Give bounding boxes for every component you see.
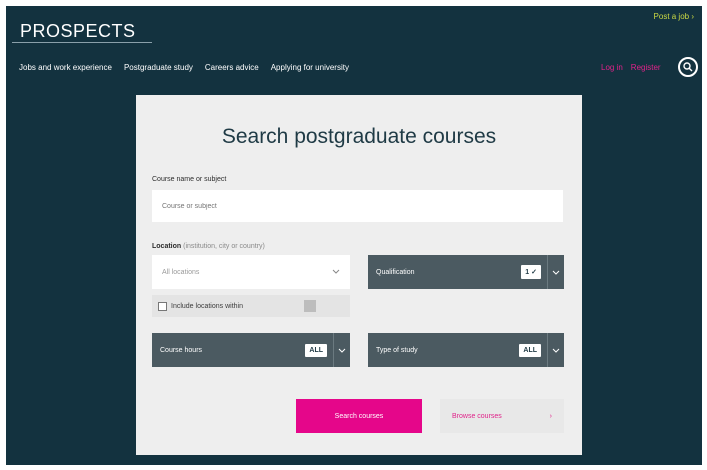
location-label: Location (institution, city or country) bbox=[152, 243, 265, 250]
qualification-dropdown[interactable]: Qualification 1 ✓ bbox=[368, 255, 564, 289]
chevron-down-icon bbox=[332, 269, 340, 276]
search-title: Search postgraduate courses bbox=[221, 125, 497, 148]
type-of-study-dropdown[interactable]: Type of study ALL bbox=[368, 333, 564, 367]
qualification-value: 1 ✓ bbox=[521, 265, 541, 279]
within-label: Include locations within bbox=[171, 302, 243, 310]
within-distance-select[interactable] bbox=[304, 300, 316, 312]
nav-item-postgraduate-study[interactable]: Postgraduate study bbox=[124, 63, 193, 72]
location-placeholder: All locations bbox=[162, 268, 200, 276]
nav-item-jobs[interactable]: Jobs and work experience bbox=[19, 63, 112, 72]
subject-label: Course name or subject bbox=[152, 176, 227, 183]
browse-courses-button[interactable]: Browse courses › bbox=[440, 399, 564, 433]
nav-item-applying-for-university[interactable]: Applying for university bbox=[271, 63, 349, 72]
location-label-text: Location bbox=[152, 243, 182, 250]
course-hours-label: Course hours bbox=[160, 346, 203, 354]
search-card: Search postgraduate courses Course name … bbox=[136, 95, 582, 455]
search-courses-button[interactable]: Search courses bbox=[296, 399, 422, 433]
browse-courses-label: Browse courses bbox=[452, 412, 502, 420]
type-of-study-label: Type of study bbox=[376, 346, 418, 354]
chevron-down-icon bbox=[547, 255, 564, 289]
location-label-hint: (institution, city or country) bbox=[183, 243, 265, 250]
chevron-right-icon: › bbox=[549, 412, 552, 420]
subject-input[interactable] bbox=[152, 190, 563, 222]
main-nav: Jobs and work experience Postgraduate st… bbox=[19, 63, 349, 72]
nav-item-careers-advice[interactable]: Careers advice bbox=[205, 63, 259, 72]
register-link[interactable]: Register bbox=[631, 63, 661, 72]
login-link[interactable]: Log in bbox=[601, 63, 623, 72]
logo-underline bbox=[12, 42, 152, 43]
within-checkbox[interactable] bbox=[158, 301, 167, 311]
post-job-link[interactable]: Post a job › bbox=[654, 12, 694, 21]
include-locations-within[interactable]: Include locations within bbox=[152, 295, 350, 317]
course-hours-dropdown[interactable]: Course hours ALL bbox=[152, 333, 350, 367]
location-select[interactable]: All locations bbox=[152, 255, 350, 289]
qualification-label: Qualification bbox=[376, 268, 415, 276]
chevron-down-icon bbox=[333, 333, 350, 367]
chevron-down-icon bbox=[547, 333, 564, 367]
site-logo[interactable]: PROSPECTS bbox=[20, 21, 136, 42]
type-of-study-value: ALL bbox=[519, 343, 541, 357]
search-icon[interactable] bbox=[678, 57, 698, 77]
auth-links: Log in Register bbox=[601, 63, 661, 72]
course-hours-value: ALL bbox=[305, 343, 327, 357]
page-frame: PROSPECTS Post a job › Jobs and work exp… bbox=[6, 6, 702, 465]
